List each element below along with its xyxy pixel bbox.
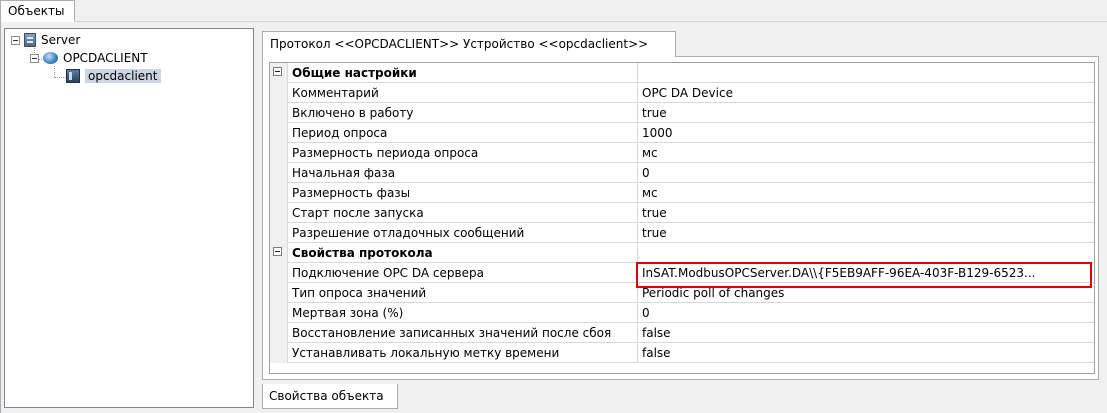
- property-name: Восстановление записанных значений после…: [288, 323, 638, 343]
- grid-category-protocol[interactable]: Свойства протокола: [270, 243, 1094, 263]
- property-value[interactable]: Periodic poll of changes: [638, 283, 1094, 303]
- grid-row[interactable]: Комментарий OPC DA Device: [270, 83, 1094, 103]
- collapse-icon[interactable]: [273, 247, 282, 256]
- property-value[interactable]: 0: [638, 303, 1094, 323]
- grid-row[interactable]: Разрешение отладочных сообщений true: [270, 223, 1094, 243]
- property-value[interactable]: 0: [638, 163, 1094, 183]
- collapse-icon[interactable]: [30, 53, 39, 63]
- property-value[interactable]: false: [638, 323, 1094, 343]
- grid-category-general[interactable]: Общие настройки: [270, 63, 1094, 83]
- property-value[interactable]: мс: [638, 183, 1094, 203]
- tree-line: [54, 77, 66, 78]
- grid-gutter: [270, 263, 288, 283]
- tab-objects[interactable]: Объекты: [0, 0, 75, 22]
- grid-gutter: [270, 183, 288, 203]
- grid-row[interactable]: Тип опроса значений Periodic poll of cha…: [270, 283, 1094, 303]
- property-name: Размерность периода опроса: [288, 143, 638, 163]
- property-grid-container: Общие настройки Комментарий OPC DA Devic…: [262, 56, 1099, 380]
- collapse-icon[interactable]: [11, 35, 20, 45]
- property-name: Устанавливать локальную метку времени: [288, 343, 638, 363]
- grid-gutter: [270, 223, 288, 243]
- property-name: Начальная фаза: [288, 163, 638, 183]
- grid-row[interactable]: Размерность фазы мс: [270, 183, 1094, 203]
- grid-row[interactable]: Мертвая зона (%) 0: [270, 303, 1094, 323]
- tree-node-label: Server: [41, 33, 81, 47]
- tree-node-label: opcdaclient: [85, 69, 161, 83]
- device-icon: [66, 69, 80, 83]
- grid-row[interactable]: Включено в работу true: [270, 103, 1094, 123]
- grid-gutter: [270, 103, 288, 123]
- property-name: Мертвая зона (%): [288, 303, 638, 323]
- tab-object-properties[interactable]: Свойства объекта: [262, 384, 398, 409]
- object-tree[interactable]: Server OPCDACLIENT opcdaclient: [4, 28, 254, 408]
- tab-device-properties[interactable]: Протокол <<OPCDACLIENT>> Устройство <<op…: [262, 31, 676, 57]
- property-name: Комментарий: [288, 83, 638, 103]
- grid-gutter: [270, 143, 288, 163]
- grid-gutter: [270, 303, 288, 323]
- property-value[interactable]: true: [638, 223, 1094, 243]
- grid-gutter: [270, 283, 288, 303]
- property-name: Общие настройки: [288, 63, 638, 83]
- property-name: Разрешение отладочных сообщений: [288, 223, 638, 243]
- grid-row[interactable]: Устанавливать локальную метку времени fa…: [270, 343, 1094, 363]
- server-icon: [24, 33, 36, 47]
- grid-gutter: [270, 123, 288, 143]
- grid-gutter: [270, 343, 288, 363]
- grid-row[interactable]: Начальная фаза 0: [270, 163, 1094, 183]
- property-name: Тип опроса значений: [288, 283, 638, 303]
- tree-line: [54, 66, 55, 77]
- property-value[interactable]: 1000: [638, 123, 1094, 143]
- grid-gutter: [270, 63, 288, 83]
- property-name: Период опроса: [288, 123, 638, 143]
- collapse-icon[interactable]: [273, 67, 282, 76]
- grid-row[interactable]: Размерность периода опроса мс: [270, 143, 1094, 163]
- grid-row[interactable]: Старт после запуска true: [270, 203, 1094, 223]
- grid-gutter: [270, 203, 288, 223]
- grid-gutter: [270, 163, 288, 183]
- property-value: [638, 243, 1094, 263]
- grid-gutter: [270, 243, 288, 263]
- grid-row[interactable]: Подключение OPC DA сервера InSAT.ModbusO…: [270, 263, 1094, 283]
- property-grid[interactable]: Общие настройки Комментарий OPC DA Devic…: [269, 62, 1095, 374]
- property-value[interactable]: true: [638, 203, 1094, 223]
- property-value[interactable]: true: [638, 103, 1094, 123]
- property-name: Включено в работу: [288, 103, 638, 123]
- grid-gutter: [270, 83, 288, 103]
- property-name: Подключение OPC DA сервера: [288, 263, 638, 283]
- tree-node-protocol[interactable]: OPCDACLIENT: [30, 49, 148, 67]
- opc-server-connection-value[interactable]: InSAT.ModbusOPCServer.DA\\{F5EB9AFF-96EA…: [638, 263, 1094, 283]
- protocol-icon: [43, 52, 58, 64]
- tree-node-server[interactable]: Server: [11, 31, 80, 49]
- property-value[interactable]: OPC DA Device: [638, 83, 1094, 103]
- property-value: [638, 63, 1094, 83]
- tree-node-device[interactable]: opcdaclient: [66, 67, 161, 85]
- grid-row[interactable]: Восстановление записанных значений после…: [270, 323, 1094, 343]
- grid-gutter: [270, 323, 288, 343]
- property-value[interactable]: мс: [638, 143, 1094, 163]
- property-name: Старт после запуска: [288, 203, 638, 223]
- property-name: Размерность фазы: [288, 183, 638, 203]
- properties-panel: Протокол <<OPCDACLIENT>> Устройство <<op…: [258, 28, 1103, 380]
- tree-node-label: OPCDACLIENT: [63, 51, 148, 65]
- property-value[interactable]: false: [638, 343, 1094, 363]
- grid-row[interactable]: Период опроса 1000: [270, 123, 1094, 143]
- property-name: Свойства протокола: [288, 243, 638, 263]
